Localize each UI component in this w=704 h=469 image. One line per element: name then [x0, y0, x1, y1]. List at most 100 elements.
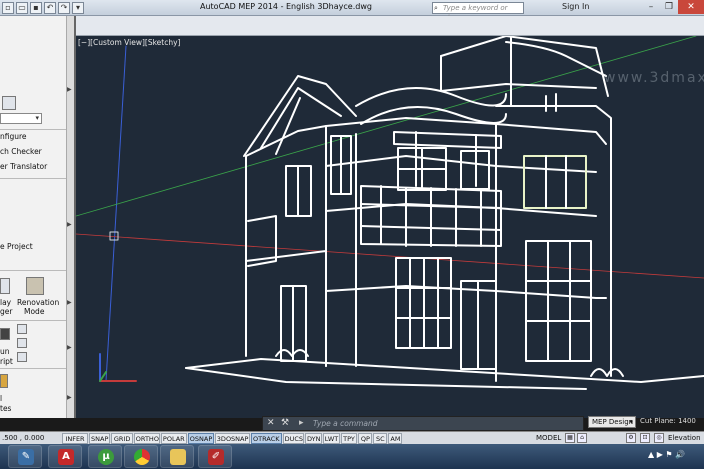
run-script-icon[interactable]: [0, 328, 10, 340]
palette-dropdown[interactable]: ▾: [0, 113, 42, 124]
coordinates-readout[interactable]: .500 , 0.000: [2, 434, 44, 442]
taskbar-utorrent[interactable]: µ: [88, 445, 122, 468]
taskbar-explorer[interactable]: [160, 445, 194, 468]
pen-icon: ✎: [18, 449, 34, 465]
chevron-down-icon: ▾: [35, 114, 39, 122]
start-button[interactable]: ✎: [8, 445, 42, 468]
chevron-right-icon[interactable]: ▶: [67, 344, 72, 351]
menu-item-project[interactable]: e Project: [0, 242, 33, 251]
save-icon[interactable]: ▪: [30, 2, 42, 14]
elevation-button[interactable]: Elevation: [668, 434, 701, 442]
undo-icon[interactable]: ↶: [44, 2, 56, 14]
ucs-z-axis: [105, 45, 127, 382]
new-icon[interactable]: ▫: [2, 2, 14, 14]
hammer-icon[interactable]: [26, 277, 44, 295]
ucs-x-axis: [76, 233, 704, 279]
chevron-right-icon[interactable]: ▶: [67, 394, 72, 401]
toggle-grid[interactable]: GRID: [111, 433, 133, 444]
title-bar: ▫ ▭ ▪ ↶ ↷ ▾ AutoCAD MEP 2014 - English 3…: [0, 0, 704, 22]
toggle-otrack[interactable]: OTRACK: [251, 433, 282, 444]
drawing-viewport[interactable]: [−][Custom View][Sketchy] www.3dmax.com: [76, 36, 704, 418]
chevron-right-icon[interactable]: ▶: [67, 299, 72, 306]
divider: [0, 270, 66, 271]
tool-palette: ▶ ▶ ▶ ▶ ▶ ▾ nfigure ch Checker er Transl…: [0, 16, 76, 418]
menu-item-layer-translator[interactable]: er Translator: [0, 162, 47, 171]
window-title: AutoCAD MEP 2014 - English 3Dhayce.dwg: [200, 2, 372, 11]
ucs-y-axis: [76, 36, 697, 217]
chevron-down-icon: ▾: [629, 418, 633, 426]
search-icon: ⌕: [434, 4, 438, 12]
run-label: un: [0, 347, 10, 356]
toggle-dyn[interactable]: DYN: [305, 433, 322, 444]
dropdown-icon[interactable]: ▾: [72, 2, 84, 14]
display-manager-icon[interactable]: [0, 278, 10, 294]
prompt-icon: ▸: [299, 418, 304, 428]
sign-in-button[interactable]: Sign In: [562, 2, 589, 11]
tool-icon[interactable]: [17, 352, 27, 362]
minimize-icon[interactable]: –: [642, 0, 660, 14]
tool-label: tes: [0, 404, 12, 413]
toggle-am[interactable]: AM: [388, 433, 403, 444]
windows-taskbar: ✎ A µ ✐ ▲ ▶ ⚑ 🔊: [0, 444, 704, 469]
chevron-right-icon[interactable]: ▶: [67, 221, 72, 228]
renovation-mode-label[interactable]: Mode: [24, 307, 44, 316]
house-sketch: [76, 36, 704, 390]
taskbar-autocad-drawing[interactable]: ✐: [198, 445, 232, 468]
display-manager-label: ger: [0, 307, 13, 316]
autocad-icon: A: [58, 449, 74, 465]
lock-icon[interactable]: ⊡: [640, 433, 650, 443]
model-button[interactable]: MODEL: [536, 434, 561, 442]
autocad-drawing-icon: ✐: [208, 449, 224, 465]
tool-icon[interactable]: [0, 374, 8, 388]
status-bar: .500 , 0.000 INFER SNAP GRID ORTHO POLAR OSNA…: [0, 431, 704, 444]
renovation-mode-label[interactable]: Renovation: [17, 298, 59, 307]
divider: [0, 178, 66, 179]
toggle-lwt[interactable]: LWT: [322, 433, 340, 444]
display-manager-label: lay: [0, 298, 12, 307]
taskbar-chrome[interactable]: [124, 445, 158, 468]
toggle-infer[interactable]: INFER: [62, 433, 88, 444]
taskbar-autocad[interactable]: A: [48, 445, 82, 468]
search-input[interactable]: ⌕ Type a keyword or phrase: [432, 2, 524, 22]
workspace-icon[interactable]: ⚙: [626, 433, 636, 443]
restore-icon[interactable]: ❐: [660, 0, 678, 14]
script-label: ript: [0, 357, 13, 366]
workspace-value: MEP Design: [592, 418, 634, 426]
toggle-osnap[interactable]: OSNAP: [187, 433, 214, 444]
menu-item-batch-checker[interactable]: ch Checker: [0, 147, 42, 156]
toggle-qp[interactable]: QP: [358, 433, 373, 444]
toggle-ducs[interactable]: DUCS: [282, 433, 304, 444]
menu-item-configure[interactable]: nfigure: [0, 132, 27, 141]
tool-icon[interactable]: [2, 96, 16, 110]
tool-icon[interactable]: [17, 324, 27, 334]
tool-icon[interactable]: [17, 338, 27, 348]
quick-access-toolbar: ▫ ▭ ▪ ↶ ↷ ▾: [0, 0, 84, 16]
command-input[interactable]: Type a command: [313, 419, 378, 428]
ribbon-strip: [0, 16, 704, 36]
tool-label: l: [0, 394, 3, 403]
system-tray[interactable]: ▲ ▶ ⚑ 🔊: [648, 450, 685, 459]
close-icon[interactable]: ✕: [267, 418, 275, 428]
settings-icon[interactable]: ◎: [654, 433, 664, 443]
toggle-ortho[interactable]: ORTHO: [133, 433, 160, 444]
annotation-scale-icon[interactable]: ⌂: [577, 433, 587, 443]
toggle-sc[interactable]: SC: [373, 433, 388, 444]
divider: [0, 320, 66, 321]
chevron-right-icon[interactable]: ▶: [67, 86, 72, 93]
command-line[interactable]: ✕ ⚒ ▸ Type a command: [262, 416, 584, 431]
toggle-snap[interactable]: SNAP: [89, 433, 111, 444]
palette-title-strip[interactable]: [66, 16, 74, 418]
wrench-icon[interactable]: ⚒: [281, 418, 289, 428]
toggle-3dosnap[interactable]: 3DOSNAP: [214, 433, 250, 444]
cut-plane-readout[interactable]: Cut Plane: 1400: [640, 417, 696, 425]
close-icon[interactable]: ✕: [678, 0, 704, 14]
workspace-select[interactable]: MEP Design ▾: [588, 416, 636, 428]
open-icon[interactable]: ▭: [16, 2, 28, 14]
folder-icon: [170, 449, 186, 465]
divider: [0, 368, 66, 369]
redo-icon[interactable]: ↷: [58, 2, 70, 14]
layout-icon[interactable]: ▦: [565, 433, 575, 443]
viewport-controls-label[interactable]: [−][Custom View][Sketchy]: [78, 38, 180, 47]
toggle-tpy[interactable]: TPY: [340, 433, 358, 444]
toggle-polar[interactable]: POLAR: [160, 433, 187, 444]
